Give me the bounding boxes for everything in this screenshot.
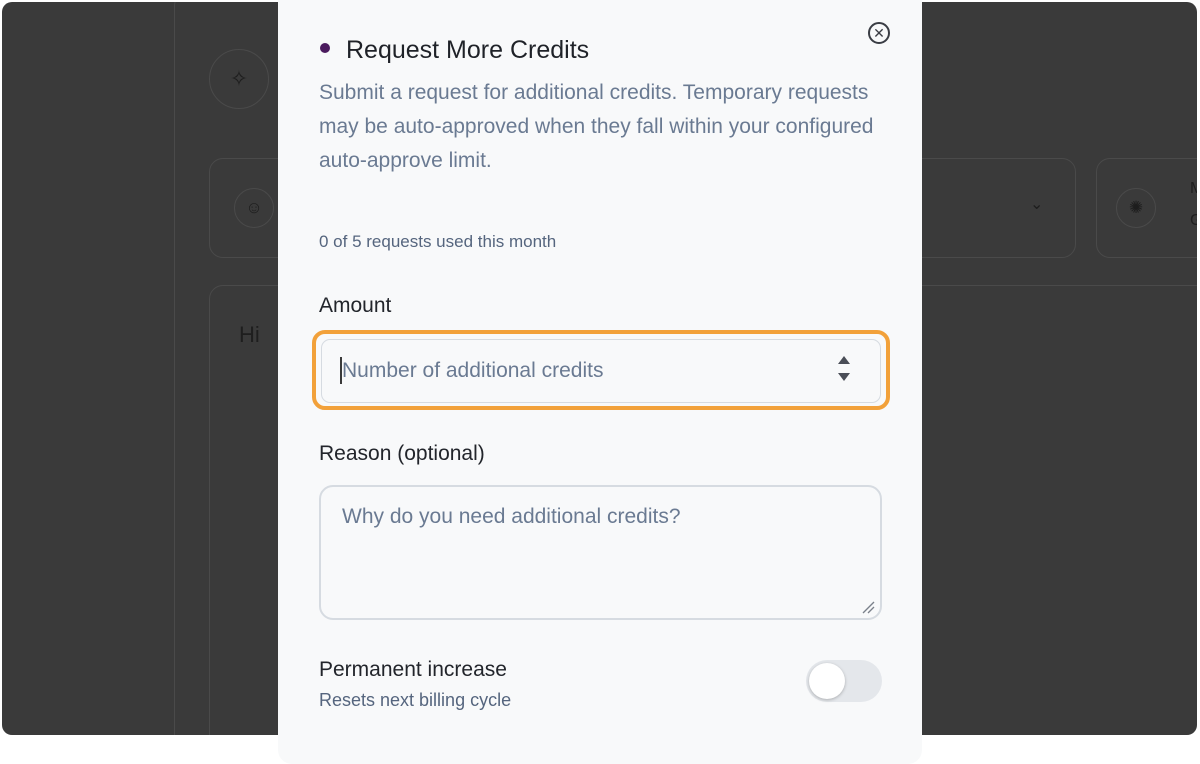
usage-counter: 0 of 5 requests used this month bbox=[319, 232, 557, 251]
permanent-increase-label: Permanent increase bbox=[319, 658, 507, 681]
spinner-down-icon[interactable] bbox=[838, 373, 850, 381]
toggle-knob bbox=[809, 663, 845, 699]
brain-icon: ✺ bbox=[1116, 188, 1156, 228]
chat-greeting: Hi bbox=[239, 322, 260, 347]
reason-textarea[interactable] bbox=[319, 485, 882, 620]
permanent-increase-toggle[interactable] bbox=[806, 660, 882, 702]
number-spinner[interactable] bbox=[838, 356, 852, 384]
robot-icon: ☺ bbox=[234, 188, 274, 228]
model-card-line2: G bbox=[1190, 212, 1197, 229]
modal-description: Submit a request for additional credits.… bbox=[319, 81, 874, 172]
model-card-line1: M bbox=[1190, 180, 1197, 197]
close-icon[interactable]: ✕ bbox=[868, 22, 890, 44]
title-dot bbox=[320, 43, 330, 53]
text-caret bbox=[340, 357, 342, 384]
permanent-increase-hint: Resets next billing cycle bbox=[319, 690, 512, 710]
sparkle-icon: ✧ bbox=[209, 49, 269, 109]
resize-handle-icon[interactable] bbox=[861, 600, 875, 614]
spinner-up-icon[interactable] bbox=[838, 356, 850, 364]
chevron-down-icon: ⌄ bbox=[1030, 196, 1044, 213]
modal-title: Request More Credits bbox=[346, 36, 590, 64]
amount-input[interactable] bbox=[321, 339, 881, 403]
amount-label: Amount bbox=[319, 294, 392, 317]
reason-label: Reason (optional) bbox=[319, 442, 485, 465]
